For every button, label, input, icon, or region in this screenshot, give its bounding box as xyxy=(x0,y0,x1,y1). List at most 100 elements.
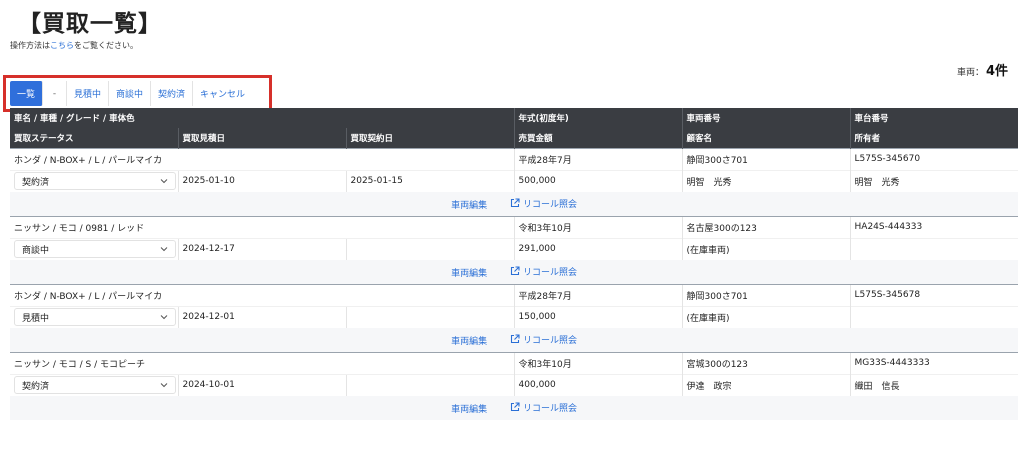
actions-cell: 車両編集 リコール照会 xyxy=(10,396,1019,420)
filter-tab-all[interactable]: 一覧 xyxy=(10,81,43,106)
page-title: 【買取一覧】 xyxy=(18,11,162,37)
vehicle-edit-link[interactable]: 車両編集 xyxy=(451,334,487,347)
table-row-actions: 車両編集 リコール照会 xyxy=(10,260,1019,284)
filter-tab-negotiating[interactable]: 商談中 xyxy=(109,81,152,106)
vehicle-edit-label: 車両編集 xyxy=(451,201,488,211)
help-text: 操作方法はこちらをご覧ください。 xyxy=(10,40,138,51)
table-header-row-2: 買取ステータス 買取見積日 買取契約日 売買金額 顧客名 所有者 xyxy=(10,128,1019,148)
table-row-details: 契約済 2024-10-01 400,000 伊達 政宗 織田 信長 xyxy=(10,373,1019,396)
recall-inquiry-label: リコール照会 xyxy=(522,199,577,210)
table-row: ホンダ / N-BOX+ / L / パールマイカ 平成28年7月 静岡300さ… xyxy=(10,283,1019,306)
table-row: ホンダ / N-BOX+ / L / パールマイカ 平成28年7月 静岡300さ… xyxy=(10,147,1019,170)
vehicle-name-cell: ニッサン / モコ / 0981 / レッド xyxy=(10,215,515,238)
recall-inquiry-link[interactable]: リコール照会 xyxy=(510,197,577,210)
header-sale-price: 売買金額 xyxy=(513,128,683,148)
status-cell: 契約済 xyxy=(10,373,178,396)
price-cell: 500,000 xyxy=(513,169,683,192)
customer-cell: 明智 光秀 xyxy=(681,169,851,192)
vehicle-edit-link[interactable]: 車両編集 xyxy=(451,402,487,415)
filter-tab-none[interactable]: - xyxy=(43,81,67,106)
header-customer-name: 顧客名 xyxy=(681,128,851,148)
table-row-actions: 車両編集 リコール照会 xyxy=(10,396,1019,420)
year-cell: 令和3年10月 xyxy=(513,351,683,374)
help-link[interactable]: こちら xyxy=(50,41,74,50)
status-cell: 見積中 xyxy=(10,305,178,328)
vehicle-edit-label: 車両編集 xyxy=(451,337,488,347)
status-filter-bar: 一覧 - 見積中 商談中 契約済 キャンセル xyxy=(10,81,252,106)
header-purchase-status: 買取ステータス xyxy=(10,128,178,148)
chassis-cell: HA24S-444333 xyxy=(849,215,1019,238)
year-cell: 令和3年10月 xyxy=(513,215,683,238)
header-contract-date: 買取契約日 xyxy=(345,128,515,148)
vehicle-name-cell: ホンダ / N-BOX+ / L / パールマイカ xyxy=(10,283,515,306)
purchase-table: 車名 / 車種 / グレード / 車体色 年式(初度年) 車両番号 車台番号 買… xyxy=(10,108,1019,420)
vehicle-count: 車両： 4件 xyxy=(957,60,1008,79)
table-row-details: 契約済 2025-01-10 2025-01-15 500,000 明智 光秀 … xyxy=(10,169,1019,192)
table-row-details: 見積中 2024-12-01 150,000 (在庫車両) xyxy=(10,305,1019,328)
contract-date-cell xyxy=(345,305,515,328)
table-row: ニッサン / モコ / S / モコピーチ 令和3年10月 宮城300の123 … xyxy=(10,351,1019,374)
plate-cell: 名古屋300の123 xyxy=(681,215,851,238)
table-row-details: 商談中 2024-12-17 291,000 (在庫車両) xyxy=(10,237,1019,260)
recall-inquiry-link[interactable]: リコール照会 xyxy=(510,265,577,278)
recall-inquiry-link[interactable]: リコール照会 xyxy=(510,401,577,414)
recall-inquiry-label: リコール照会 xyxy=(522,267,577,278)
status-cell: 商談中 xyxy=(10,237,178,260)
status-select[interactable]: 契約済 xyxy=(14,376,176,395)
price-cell: 400,000 xyxy=(513,373,683,396)
status-select-value: 商談中 xyxy=(22,245,50,256)
table-header-row-1: 車名 / 車種 / グレード / 車体色 年式(初度年) 車両番号 車台番号 xyxy=(10,108,1019,128)
header-vehicle-name: 車名 / 車種 / グレード / 車体色 xyxy=(10,108,515,128)
header-chassis-number: 車台番号 xyxy=(849,108,1019,128)
vehicle-count-value: 4件 xyxy=(985,64,1008,79)
recall-inquiry-label: リコール照会 xyxy=(522,403,577,414)
estimate-date-cell: 2024-12-01 xyxy=(177,305,346,328)
header-owner: 所有者 xyxy=(849,128,1019,148)
year-cell: 平成28年7月 xyxy=(513,283,683,306)
plate-cell: 静岡300さ701 xyxy=(681,283,851,306)
estimate-date-cell: 2025-01-10 xyxy=(177,169,346,192)
header-plate-number: 車両番号 xyxy=(681,108,851,128)
chassis-cell: L575S-345678 xyxy=(849,283,1019,306)
status-select-value: 契約済 xyxy=(22,381,50,392)
status-select-value: 契約済 xyxy=(22,177,50,188)
vehicle-edit-link[interactable]: 車両編集 xyxy=(451,198,487,211)
chevron-down-icon xyxy=(160,179,168,184)
external-link-icon xyxy=(510,402,520,412)
plate-cell: 宮城300の123 xyxy=(681,351,851,374)
recall-inquiry-link[interactable]: リコール照会 xyxy=(510,333,577,346)
vehicle-edit-link[interactable]: 車両編集 xyxy=(451,266,487,279)
actions-cell: 車両編集 リコール照会 xyxy=(10,192,1019,216)
chassis-cell: MG33S-4443333 xyxy=(849,351,1019,374)
filter-tab-contracted[interactable]: 契約済 xyxy=(151,81,194,106)
status-select[interactable]: 商談中 xyxy=(14,240,176,259)
vehicle-name-cell: ニッサン / モコ / S / モコピーチ xyxy=(10,351,515,374)
external-link-icon xyxy=(510,334,520,344)
actions-cell: 車両編集 リコール照会 xyxy=(10,328,1019,352)
chevron-down-icon xyxy=(160,383,168,388)
status-select[interactable]: 契約済 xyxy=(14,172,176,191)
estimate-date-cell: 2024-10-01 xyxy=(177,373,346,396)
status-select[interactable]: 見積中 xyxy=(14,308,176,327)
vehicle-edit-label: 車両編集 xyxy=(451,405,488,416)
help-suffix: をご覧ください。 xyxy=(74,41,138,50)
table-row-actions: 車両編集 リコール照会 xyxy=(10,328,1019,352)
recall-inquiry-label: リコール照会 xyxy=(522,335,577,346)
chevron-down-icon xyxy=(160,315,168,320)
table-row-actions: 車両編集 リコール照会 xyxy=(10,192,1019,216)
external-link-icon xyxy=(510,266,520,276)
estimate-date-cell: 2024-12-17 xyxy=(177,237,346,260)
actions-cell: 車両編集 リコール照会 xyxy=(10,260,1019,284)
customer-cell: (在庫車両) xyxy=(681,305,851,328)
owner-cell xyxy=(849,305,1019,328)
chassis-cell: L575S-345670 xyxy=(849,147,1019,170)
filter-tab-estimating[interactable]: 見積中 xyxy=(67,81,110,106)
year-cell: 平成28年7月 xyxy=(513,147,683,170)
status-cell: 契約済 xyxy=(10,169,178,192)
contract-date-cell: 2025-01-15 xyxy=(345,169,515,192)
customer-cell: (在庫車両) xyxy=(681,237,851,260)
vehicle-name-cell: ホンダ / N-BOX+ / L / パールマイカ xyxy=(10,147,515,170)
filter-tab-cancelled[interactable]: キャンセル xyxy=(193,81,252,106)
plate-cell: 静岡300さ701 xyxy=(681,147,851,170)
status-select-value: 見積中 xyxy=(22,313,50,324)
